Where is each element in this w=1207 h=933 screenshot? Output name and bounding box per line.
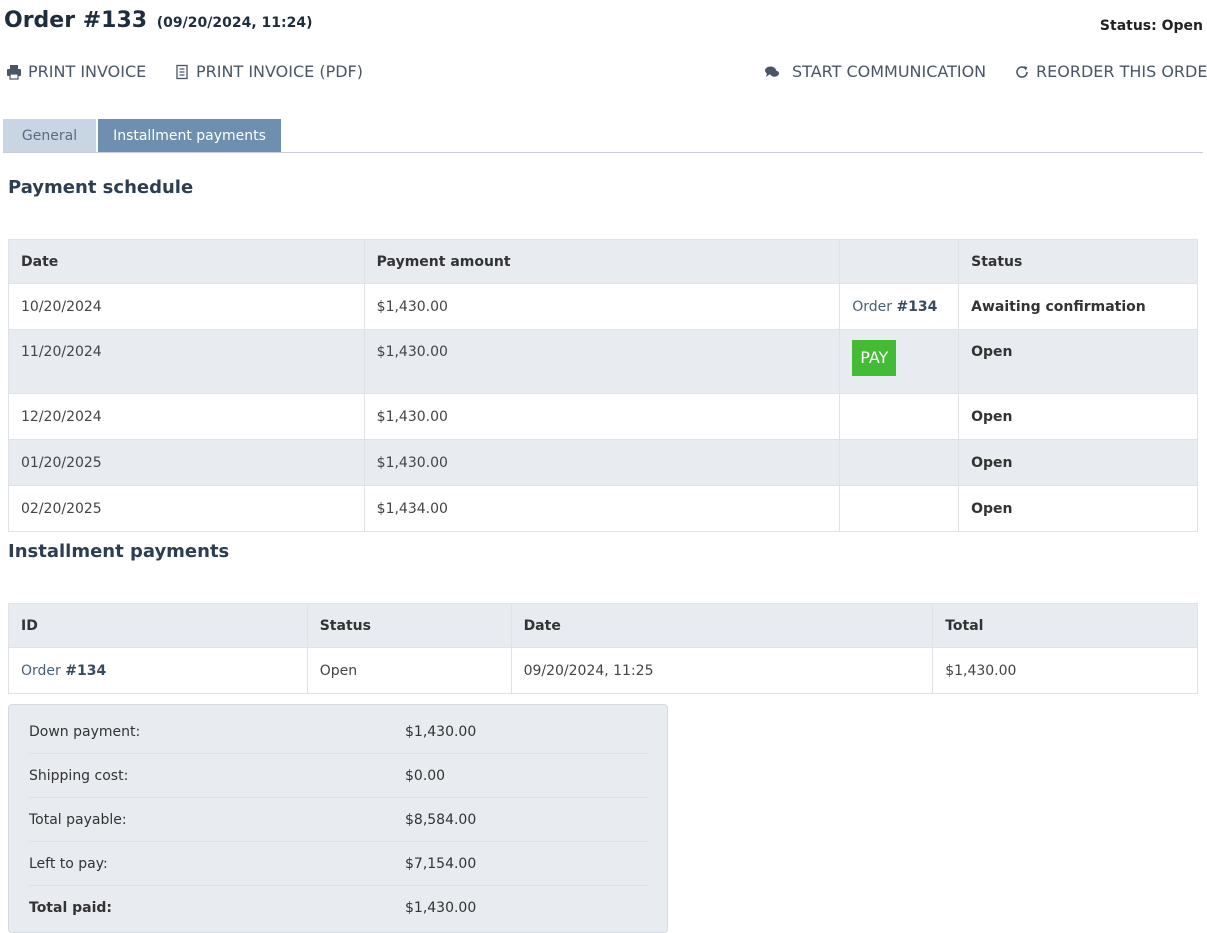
summary-value: $7,154.00 — [405, 855, 477, 872]
cell-amount: $1,430.00 — [363, 329, 841, 394]
col-payment-amount: Payment amount — [363, 239, 841, 284]
chat-icon — [764, 64, 780, 80]
cell-status: Open — [958, 439, 1198, 486]
print-invoice-pdf-button[interactable]: PRINT INVOICE (PDF) — [174, 62, 363, 81]
cell-date: 12/20/2024 — [8, 393, 365, 440]
payment-schedule-table: Date Payment amount Status 10/20/2024 $1… — [8, 239, 1198, 532]
summary-row-shipping-cost: Shipping cost: $0.00 — [29, 754, 647, 798]
summary-value: $1,430.00 — [405, 723, 477, 740]
order-link-prefix: Order — [852, 298, 897, 315]
cell-action: Order #134 — [839, 283, 960, 330]
col-status: Status — [958, 239, 1198, 284]
cell-status: Open — [958, 393, 1198, 440]
col-date: Date — [510, 603, 934, 648]
cell-total: $1,430.00 — [932, 647, 1198, 694]
cell-action — [839, 393, 960, 440]
start-communication-label: START COMMUNICATION — [792, 62, 987, 81]
print-invoice-label: PRINT INVOICE — [28, 62, 147, 81]
col-total: Total — [932, 603, 1198, 648]
table-header-row: Date Payment amount Status — [8, 239, 1198, 284]
cell-date: 10/20/2024 — [8, 283, 365, 330]
payment-schedule-title: Payment schedule — [8, 177, 194, 198]
summary-row-down-payment: Down payment: $1,430.00 — [29, 710, 647, 754]
table-row: 02/20/2025 $1,434.00 Open — [8, 485, 1198, 532]
cell-amount: $1,434.00 — [363, 485, 841, 532]
summary-value: $0.00 — [405, 767, 446, 784]
cell-action: PAY — [839, 329, 960, 394]
cell-status: Open — [958, 329, 1198, 394]
payment-summary: Down payment: $1,430.00 Shipping cost: $… — [8, 704, 668, 933]
print-invoice-button[interactable]: PRINT INVOICE — [6, 62, 146, 81]
order-link-number: #134 — [896, 298, 938, 315]
order-134-link[interactable]: Order #134 — [21, 663, 106, 679]
cell-status: Open — [958, 485, 1198, 532]
cell-status: Open — [306, 647, 512, 694]
pay-button[interactable]: PAY — [852, 340, 897, 376]
table-row: 10/20/2024 $1,430.00 Order #134 Awaiting… — [8, 283, 1198, 330]
cell-amount: $1,430.00 — [363, 283, 841, 330]
print-invoice-pdf-label: PRINT INVOICE (PDF) — [196, 62, 363, 81]
col-id: ID — [8, 603, 308, 648]
summary-label: Total paid: — [29, 900, 113, 916]
reorder-label: REORDER THIS ORDER — [1036, 62, 1207, 81]
summary-label: Down payment: — [29, 723, 141, 740]
cell-action — [839, 485, 960, 532]
reorder-button[interactable]: REORDER THIS ORDER — [1014, 62, 1207, 81]
table-header-row: ID Status Date Total — [8, 603, 1198, 648]
installment-payments-title: Installment payments — [8, 541, 230, 562]
summary-label: Shipping cost: — [29, 767, 129, 784]
start-communication-button[interactable]: START COMMUNICATION — [764, 62, 986, 81]
col-action — [839, 239, 960, 284]
cell-status: Awaiting confirmation — [958, 283, 1198, 330]
summary-value: $8,584.00 — [405, 811, 477, 828]
document-icon — [174, 64, 190, 80]
cell-id: Order #134 — [8, 647, 308, 694]
cell-date: 09/20/2024, 11:25 — [510, 647, 934, 694]
tab-installment-payments[interactable]: Installment payments — [98, 119, 281, 152]
table-row: 01/20/2025 $1,430.00 Open — [8, 439, 1198, 486]
page-title: Order #133 (09/20/2024, 11:24) — [4, 8, 312, 33]
tab-general[interactable]: General — [3, 119, 96, 152]
col-date: Date — [8, 239, 365, 284]
order-link-number: #134 — [65, 662, 107, 679]
col-status: Status — [306, 603, 512, 648]
cell-amount: $1,430.00 — [363, 439, 841, 486]
cell-action — [839, 439, 960, 486]
cell-date: 01/20/2025 — [8, 439, 365, 486]
order-link-prefix: Order — [21, 662, 66, 679]
cell-date: 02/20/2025 — [8, 485, 365, 532]
order-date: (09/20/2024, 11:24) — [156, 15, 313, 31]
cell-date: 11/20/2024 — [8, 329, 365, 394]
table-row: Order #134 Open 09/20/2024, 11:25 $1,430… — [8, 647, 1198, 694]
printer-icon — [6, 64, 22, 80]
table-row: 11/20/2024 $1,430.00 PAY Open — [8, 329, 1198, 394]
order-status: Status: Open — [1099, 18, 1203, 34]
tab-bar: General Installment payments — [3, 119, 1203, 153]
summary-row-total-paid: Total paid: $1,430.00 — [29, 886, 647, 930]
order-number: Order #133 — [4, 8, 148, 33]
order-actions: PRINT INVOICE PRINT INVOICE (PDF) START … — [4, 62, 1207, 88]
summary-row-left-to-pay: Left to pay: $7,154.00 — [29, 842, 647, 886]
table-row: 12/20/2024 $1,430.00 Open — [8, 393, 1198, 440]
summary-label: Left to pay: — [29, 855, 108, 872]
summary-label: Total payable: — [29, 811, 127, 828]
order-134-link[interactable]: Order #134 — [852, 299, 937, 315]
summary-value: $1,430.00 — [405, 900, 477, 916]
order-header: Order #133 (09/20/2024, 11:24) Status: O… — [4, 8, 1203, 40]
cell-amount: $1,430.00 — [363, 393, 841, 440]
installment-payments-table: ID Status Date Total Order #134 Open 09/… — [8, 603, 1198, 694]
summary-row-total-payable: Total payable: $8,584.00 — [29, 798, 647, 842]
refresh-icon — [1014, 64, 1030, 80]
